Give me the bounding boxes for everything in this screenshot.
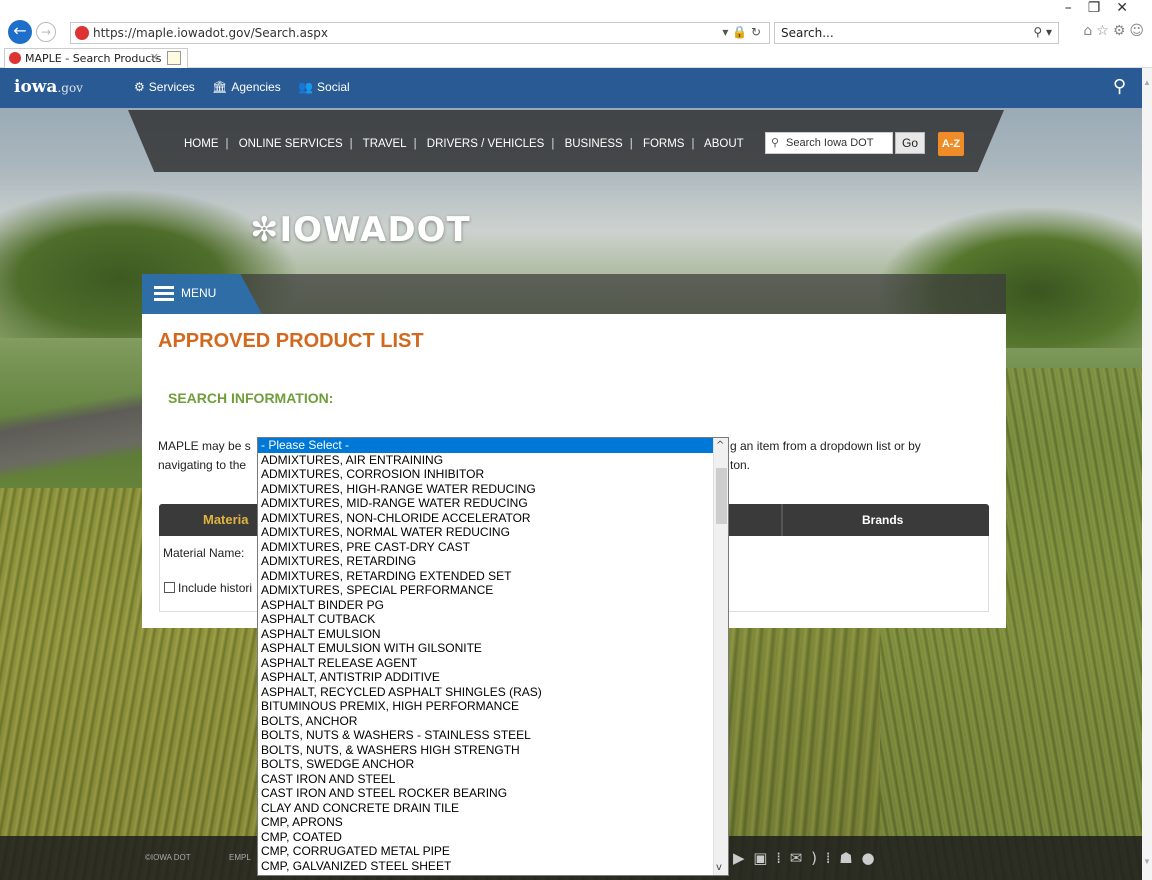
dropdown-option[interactable]: ASPHALT, ANTISTRIP ADDITIVE: [258, 670, 714, 685]
dropdown-option[interactable]: BOLTS, SWEDGE ANCHOR: [258, 757, 714, 772]
dropdown-option[interactable]: ASPHALT CUTBACK: [258, 612, 714, 627]
dropdown-option[interactable]: CAST IRON AND STEEL: [258, 772, 714, 787]
gears-icon: ⚙: [134, 80, 145, 94]
site-favicon-icon: [75, 26, 89, 40]
dropdown-option[interactable]: ASPHALT, RECYCLED ASPHALT SHINGLES (RAS): [258, 685, 714, 700]
include-historical-label[interactable]: Include histori: [178, 581, 252, 595]
building-icon: 🏛: [212, 80, 228, 94]
iowa-dot-logo[interactable]: ✼IOWADOT: [250, 210, 471, 250]
dropdown-scroll-thumb[interactable]: [716, 468, 727, 524]
dropdown-scrollbar[interactable]: ^ v: [713, 438, 728, 875]
nav-business[interactable]: BUSINESS: [565, 138, 623, 150]
tab-title: MAPLE - Search Products: [25, 52, 162, 65]
back-arrow-icon[interactable]: ←: [8, 20, 32, 44]
menu-bar: [142, 274, 1006, 314]
window-controls[interactable]: –❐✕: [1065, 0, 1144, 16]
iowa-gov-logo[interactable]: iowa.gov: [14, 77, 83, 97]
material-name-dropdown[interactable]: - Please Select - ADMIXTURES, AIR ENTRAI…: [257, 437, 729, 876]
dropdown-option[interactable]: CMP, GALVANIZED STEEL SHEET: [258, 859, 714, 874]
section-title: SEARCH INFORMATION:: [168, 390, 334, 406]
dropdown-option[interactable]: BOLTS, NUTS, & WASHERS HIGH STRENGTH: [258, 743, 714, 758]
dot-nav-links: HOME | ONLINE SERVICES | TRAVEL | DRIVERS /…: [184, 138, 744, 150]
dropdown-option[interactable]: CAST IRON AND STEEL ROCKER BEARING: [258, 786, 714, 801]
dropdown-option[interactable]: ADMIXTURES, MID-RANGE WATER REDUCING: [258, 496, 714, 511]
go-button[interactable]: Go: [895, 132, 925, 154]
nav-agencies[interactable]: 🏛 Agencies: [212, 80, 281, 94]
nav-forms[interactable]: FORMS: [643, 138, 685, 150]
people-icon: 👥: [298, 80, 314, 94]
page-scrollbar[interactable]: ▲ ▼: [1142, 68, 1152, 880]
tab-divider: [781, 504, 783, 536]
footer-social-icons[interactable]: ▶ ▣ ⁞ ✉ ) ⁞ ☗ ●: [733, 849, 877, 867]
url-text[interactable]: https://maple.iowadot.gov/Search.aspx: [93, 26, 328, 40]
dropdown-option[interactable]: CMP, COATED: [258, 830, 714, 845]
tab-brands[interactable]: Brands: [862, 513, 903, 527]
dot-search-input[interactable]: ⚲ Search Iowa DOT: [765, 132, 893, 154]
browser-tool-icons[interactable]: ⌂☆⚙☺: [1083, 23, 1148, 39]
tab-favicon-icon: [9, 52, 21, 64]
chevron-up-icon[interactable]: ^: [716, 440, 724, 451]
browser-tab[interactable]: MAPLE - Search Products ✕: [4, 48, 188, 68]
dropdown-option[interactable]: ASPHALT BINDER PG: [258, 598, 714, 613]
tab-bar: MAPLE - Search Products ✕: [0, 46, 1152, 68]
nav-home[interactable]: HOME: [184, 138, 219, 150]
search-icon[interactable]: ⚲ ▾: [1033, 25, 1052, 39]
dropdown-option[interactable]: ADMIXTURES, HIGH-RANGE WATER REDUCING: [258, 482, 714, 497]
dropdown-options: - Please Select - ADMIXTURES, AIR ENTRAI…: [258, 438, 714, 873]
dropdown-option[interactable]: CMP, APRONS: [258, 815, 714, 830]
intro-text-right-2: ton.: [730, 458, 751, 472]
dropdown-option[interactable]: ASPHALT RELEASE AGENT: [258, 656, 714, 671]
dropdown-option[interactable]: BOLTS, NUTS & WASHERS - STAINLESS STEEL: [258, 728, 714, 743]
dropdown-option[interactable]: ASPHALT EMULSION: [258, 627, 714, 642]
a-z-button[interactable]: A-Z: [938, 132, 964, 156]
nav-drivers-vehicles[interactable]: DRIVERS / VEHICLES: [427, 138, 545, 150]
dropdown-option[interactable]: ADMIXTURES, PRE CAST-DRY CAST: [258, 540, 714, 555]
tab-materials[interactable]: Materia: [203, 512, 249, 527]
dropdown-option-selected[interactable]: - Please Select -: [258, 438, 714, 453]
new-tab-icon[interactable]: [167, 51, 181, 65]
nav-online-services[interactable]: ONLINE SERVICES: [239, 138, 343, 150]
footer-employee-link[interactable]: EMPL: [229, 853, 251, 862]
iowa-gov-bar: iowa.gov ⚙ Services 🏛 Agencies 👥 Social ⚲: [0, 68, 1142, 108]
nav-about[interactable]: ABOUT: [704, 138, 744, 150]
material-name-label: Material Name:: [163, 546, 245, 560]
nav-travel[interactable]: TRAVEL: [363, 138, 407, 150]
footer-copyright: ©IOWA DOT: [145, 853, 191, 862]
lock-refresh-icons[interactable]: ▾ 🔒 ↻: [722, 25, 761, 39]
dropdown-option[interactable]: BITUMINOUS PREMIX, HIGH PERFORMANCE: [258, 699, 714, 714]
dropdown-option[interactable]: BOLTS, ANCHOR: [258, 714, 714, 729]
dropdown-option[interactable]: CMP, CORRUGATED METAL PIPE: [258, 844, 714, 859]
search-icon: ⚲: [771, 136, 780, 149]
browser-search-input[interactable]: Search... ⚲ ▾: [774, 22, 1059, 44]
browser-toolbar: ← → https://maple.iowadot.gov/Search.asp…: [0, 0, 1152, 46]
dropdown-option[interactable]: ADMIXTURES, NORMAL WATER REDUCING: [258, 525, 714, 540]
nav-social[interactable]: 👥 Social: [298, 80, 350, 94]
dropdown-option[interactable]: ADMIXTURES, RETARDING: [258, 554, 714, 569]
intro-text-left-1: MAPLE may be s: [158, 439, 251, 453]
scroll-up-icon[interactable]: ▲: [1143, 78, 1151, 87]
scroll-down-icon[interactable]: ▼: [1143, 857, 1151, 866]
dropdown-option[interactable]: ADMIXTURES, SPECIAL PERFORMANCE: [258, 583, 714, 598]
chevron-down-icon[interactable]: v: [716, 862, 722, 873]
nav-services[interactable]: ⚙ Services: [134, 80, 195, 94]
tab-close-icon[interactable]: ✕: [150, 51, 159, 64]
hamburger-icon[interactable]: [154, 286, 174, 304]
page-title: APPROVED PRODUCT LIST: [158, 330, 424, 352]
intro-text-right-1: g an item from a dropdown list or by: [730, 439, 921, 453]
forward-arrow-icon[interactable]: →: [36, 22, 56, 42]
gov-nav: ⚙ Services 🏛 Agencies 👥 Social: [134, 80, 364, 94]
gov-search-icon[interactable]: ⚲: [1113, 76, 1126, 97]
dropdown-option[interactable]: ADMIXTURES, RETARDING EXTENDED SET: [258, 569, 714, 584]
dropdown-option[interactable]: ADMIXTURES, AIR ENTRAINING: [258, 453, 714, 468]
dropdown-option[interactable]: ADMIXTURES, NON-CHLORIDE ACCELERATOR: [258, 511, 714, 526]
dropdown-option[interactable]: CLAY AND CONCRETE DRAIN TILE: [258, 801, 714, 816]
dot-search-placeholder: Search Iowa DOT: [786, 137, 874, 149]
menu-label[interactable]: MENU: [181, 286, 216, 300]
dropdown-option[interactable]: ADMIXTURES, CORROSION INHIBITOR: [258, 467, 714, 482]
dropdown-option[interactable]: ASPHALT EMULSION WITH GILSONITE: [258, 641, 714, 656]
browser-search-placeholder: Search...: [781, 26, 834, 40]
address-bar[interactable]: https://maple.iowadot.gov/Search.aspx ▾ …: [70, 22, 770, 44]
intro-text-left-2: navigating to the: [158, 458, 247, 472]
include-historical-checkbox[interactable]: [164, 582, 175, 593]
